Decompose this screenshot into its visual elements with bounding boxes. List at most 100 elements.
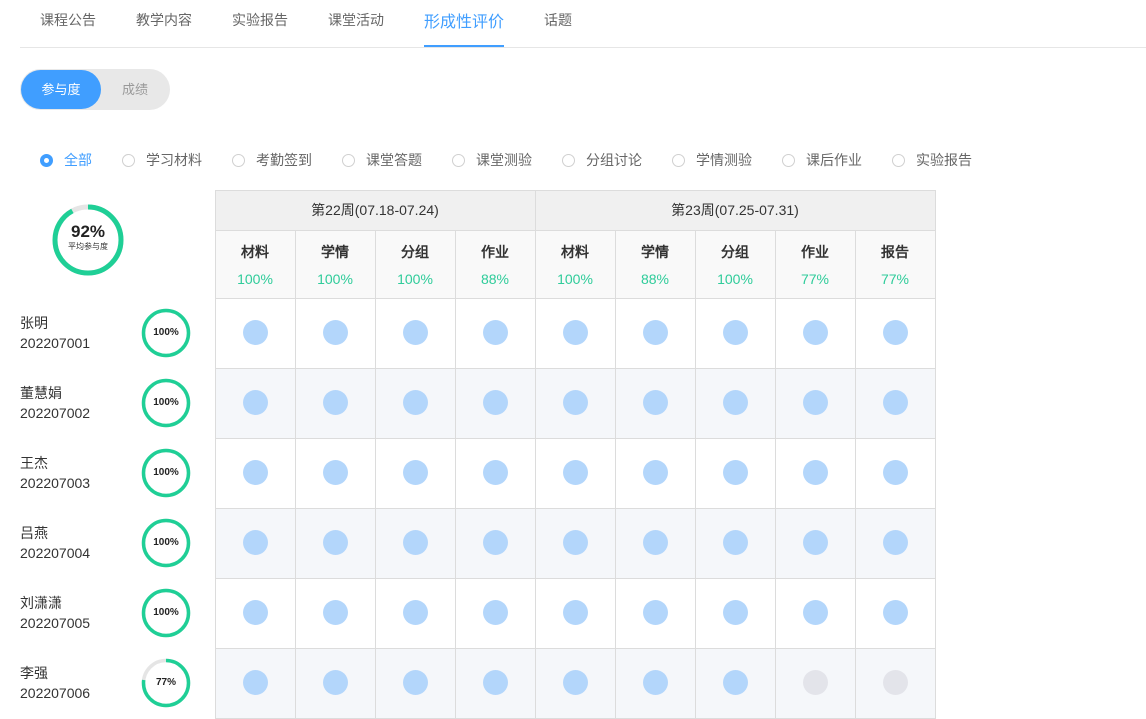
participated-dot[interactable] bbox=[883, 460, 908, 485]
active-tab-indicator bbox=[424, 45, 504, 47]
column-percent: 88% bbox=[640, 271, 670, 287]
participated-dot[interactable] bbox=[403, 460, 428, 485]
radio-icon bbox=[232, 153, 245, 167]
participated-dot[interactable] bbox=[323, 390, 348, 415]
participated-dot[interactable] bbox=[483, 530, 508, 555]
participated-dot[interactable] bbox=[723, 320, 748, 345]
column-name: 作业 bbox=[801, 244, 829, 260]
radio-icon bbox=[452, 153, 465, 167]
student-name: 王杰 bbox=[20, 455, 48, 471]
filter-option[interactable]: 课后作业 bbox=[782, 150, 862, 170]
tab-teaching-content[interactable]: 教学内容 bbox=[136, 10, 192, 30]
participated-dot[interactable] bbox=[643, 600, 668, 625]
participated-dot[interactable] bbox=[243, 460, 268, 485]
column-name: 作业 bbox=[481, 244, 509, 260]
tab-class-activity[interactable]: 课堂活动 bbox=[328, 10, 384, 30]
participated-dot[interactable] bbox=[403, 320, 428, 345]
participated-dot[interactable] bbox=[643, 390, 668, 415]
participated-dot[interactable] bbox=[643, 460, 668, 485]
student-id: 202207004 bbox=[20, 545, 91, 561]
participated-dot[interactable] bbox=[483, 670, 508, 695]
filter-option[interactable]: 分组讨论 bbox=[562, 150, 642, 170]
participation-grid: 第22周(07.18-07.24) 第23周(07.25-07.31) 材料 100%… bbox=[215, 190, 936, 719]
filter-option[interactable]: 课堂答题 bbox=[342, 150, 422, 170]
participated-dot[interactable] bbox=[803, 600, 828, 625]
student-id: 202207003 bbox=[20, 475, 91, 491]
radio-icon bbox=[672, 153, 685, 167]
participated-dot[interactable] bbox=[803, 390, 828, 415]
participated-dot[interactable] bbox=[323, 320, 348, 345]
participated-dot[interactable] bbox=[803, 460, 828, 485]
participated-dot[interactable] bbox=[243, 530, 268, 555]
participated-dot[interactable] bbox=[403, 390, 428, 415]
participated-dot[interactable] bbox=[243, 390, 268, 415]
participated-dot[interactable] bbox=[563, 670, 588, 695]
column-percent: 100% bbox=[557, 271, 593, 287]
participated-dot[interactable] bbox=[563, 390, 588, 415]
column-header: 分组 100% bbox=[695, 230, 775, 298]
filter-option[interactable]: 课堂测验 bbox=[452, 150, 532, 170]
participated-dot[interactable] bbox=[803, 320, 828, 345]
student-row: 吕燕 202207004 100% bbox=[20, 508, 200, 578]
participated-dot[interactable] bbox=[243, 600, 268, 625]
column-percent: 100% bbox=[717, 271, 753, 287]
participated-dot[interactable] bbox=[243, 320, 268, 345]
participated-dot[interactable] bbox=[643, 320, 668, 345]
filter-label: 学情测验 bbox=[696, 152, 752, 168]
student-row: 李强 202207006 77% bbox=[20, 648, 200, 718]
participated-dot[interactable] bbox=[403, 670, 428, 695]
participated-dot[interactable] bbox=[723, 390, 748, 415]
participated-dot[interactable] bbox=[483, 320, 508, 345]
participated-dot[interactable] bbox=[323, 530, 348, 555]
participated-dot[interactable] bbox=[563, 600, 588, 625]
column-name: 报告 bbox=[881, 244, 909, 260]
missed-dot[interactable] bbox=[803, 670, 828, 695]
participated-dot[interactable] bbox=[483, 600, 508, 625]
participated-dot[interactable] bbox=[323, 600, 348, 625]
tab-topics[interactable]: 话题 bbox=[544, 10, 572, 30]
participated-dot[interactable] bbox=[883, 320, 908, 345]
participated-dot[interactable] bbox=[723, 600, 748, 625]
column-header: 作业 88% bbox=[455, 230, 535, 298]
participated-dot[interactable] bbox=[883, 600, 908, 625]
column-name: 学情 bbox=[321, 244, 349, 260]
student-percent: 100% bbox=[153, 467, 179, 478]
participated-dot[interactable] bbox=[723, 460, 748, 485]
participated-dot[interactable] bbox=[483, 460, 508, 485]
toggle-score-button[interactable]: 成绩 bbox=[100, 69, 170, 110]
filter-label: 课堂测验 bbox=[476, 152, 532, 168]
radio-icon bbox=[562, 153, 575, 167]
column-percent: 100% bbox=[317, 271, 353, 287]
tab-course-notice[interactable]: 课程公告 bbox=[40, 10, 96, 30]
participated-dot[interactable] bbox=[403, 530, 428, 555]
toggle-participation-button[interactable]: 参与度 bbox=[21, 70, 101, 109]
filter-option[interactable]: 学习材料 bbox=[122, 150, 202, 170]
participated-dot[interactable] bbox=[643, 670, 668, 695]
participated-dot[interactable] bbox=[563, 320, 588, 345]
participated-dot[interactable] bbox=[723, 670, 748, 695]
tab-lab-report[interactable]: 实验报告 bbox=[232, 10, 288, 30]
radio-icon bbox=[40, 153, 53, 167]
filter-option[interactable]: 考勤签到 bbox=[232, 150, 312, 170]
participated-dot[interactable] bbox=[803, 530, 828, 555]
tab-formative-evaluation[interactable]: 形成性评价 bbox=[424, 8, 504, 32]
participated-dot[interactable] bbox=[643, 530, 668, 555]
participated-dot[interactable] bbox=[243, 670, 268, 695]
participated-dot[interactable] bbox=[403, 600, 428, 625]
participated-dot[interactable] bbox=[563, 530, 588, 555]
filter-option[interactable]: 实验报告 bbox=[892, 150, 972, 170]
missed-dot[interactable] bbox=[883, 670, 908, 695]
participated-dot[interactable] bbox=[323, 670, 348, 695]
filter-label: 考勤签到 bbox=[256, 152, 312, 168]
participated-dot[interactable] bbox=[883, 530, 908, 555]
filter-option[interactable]: 全部 bbox=[40, 150, 92, 170]
participated-dot[interactable] bbox=[723, 530, 748, 555]
participated-dot[interactable] bbox=[323, 460, 348, 485]
participated-dot[interactable] bbox=[483, 390, 508, 415]
participated-dot[interactable] bbox=[883, 390, 908, 415]
average-percent: 92% bbox=[70, 222, 106, 241]
column-percent: 77% bbox=[800, 271, 830, 287]
participated-dot[interactable] bbox=[563, 460, 588, 485]
student-percent: 100% bbox=[153, 397, 179, 408]
filter-option[interactable]: 学情测验 bbox=[672, 150, 752, 170]
